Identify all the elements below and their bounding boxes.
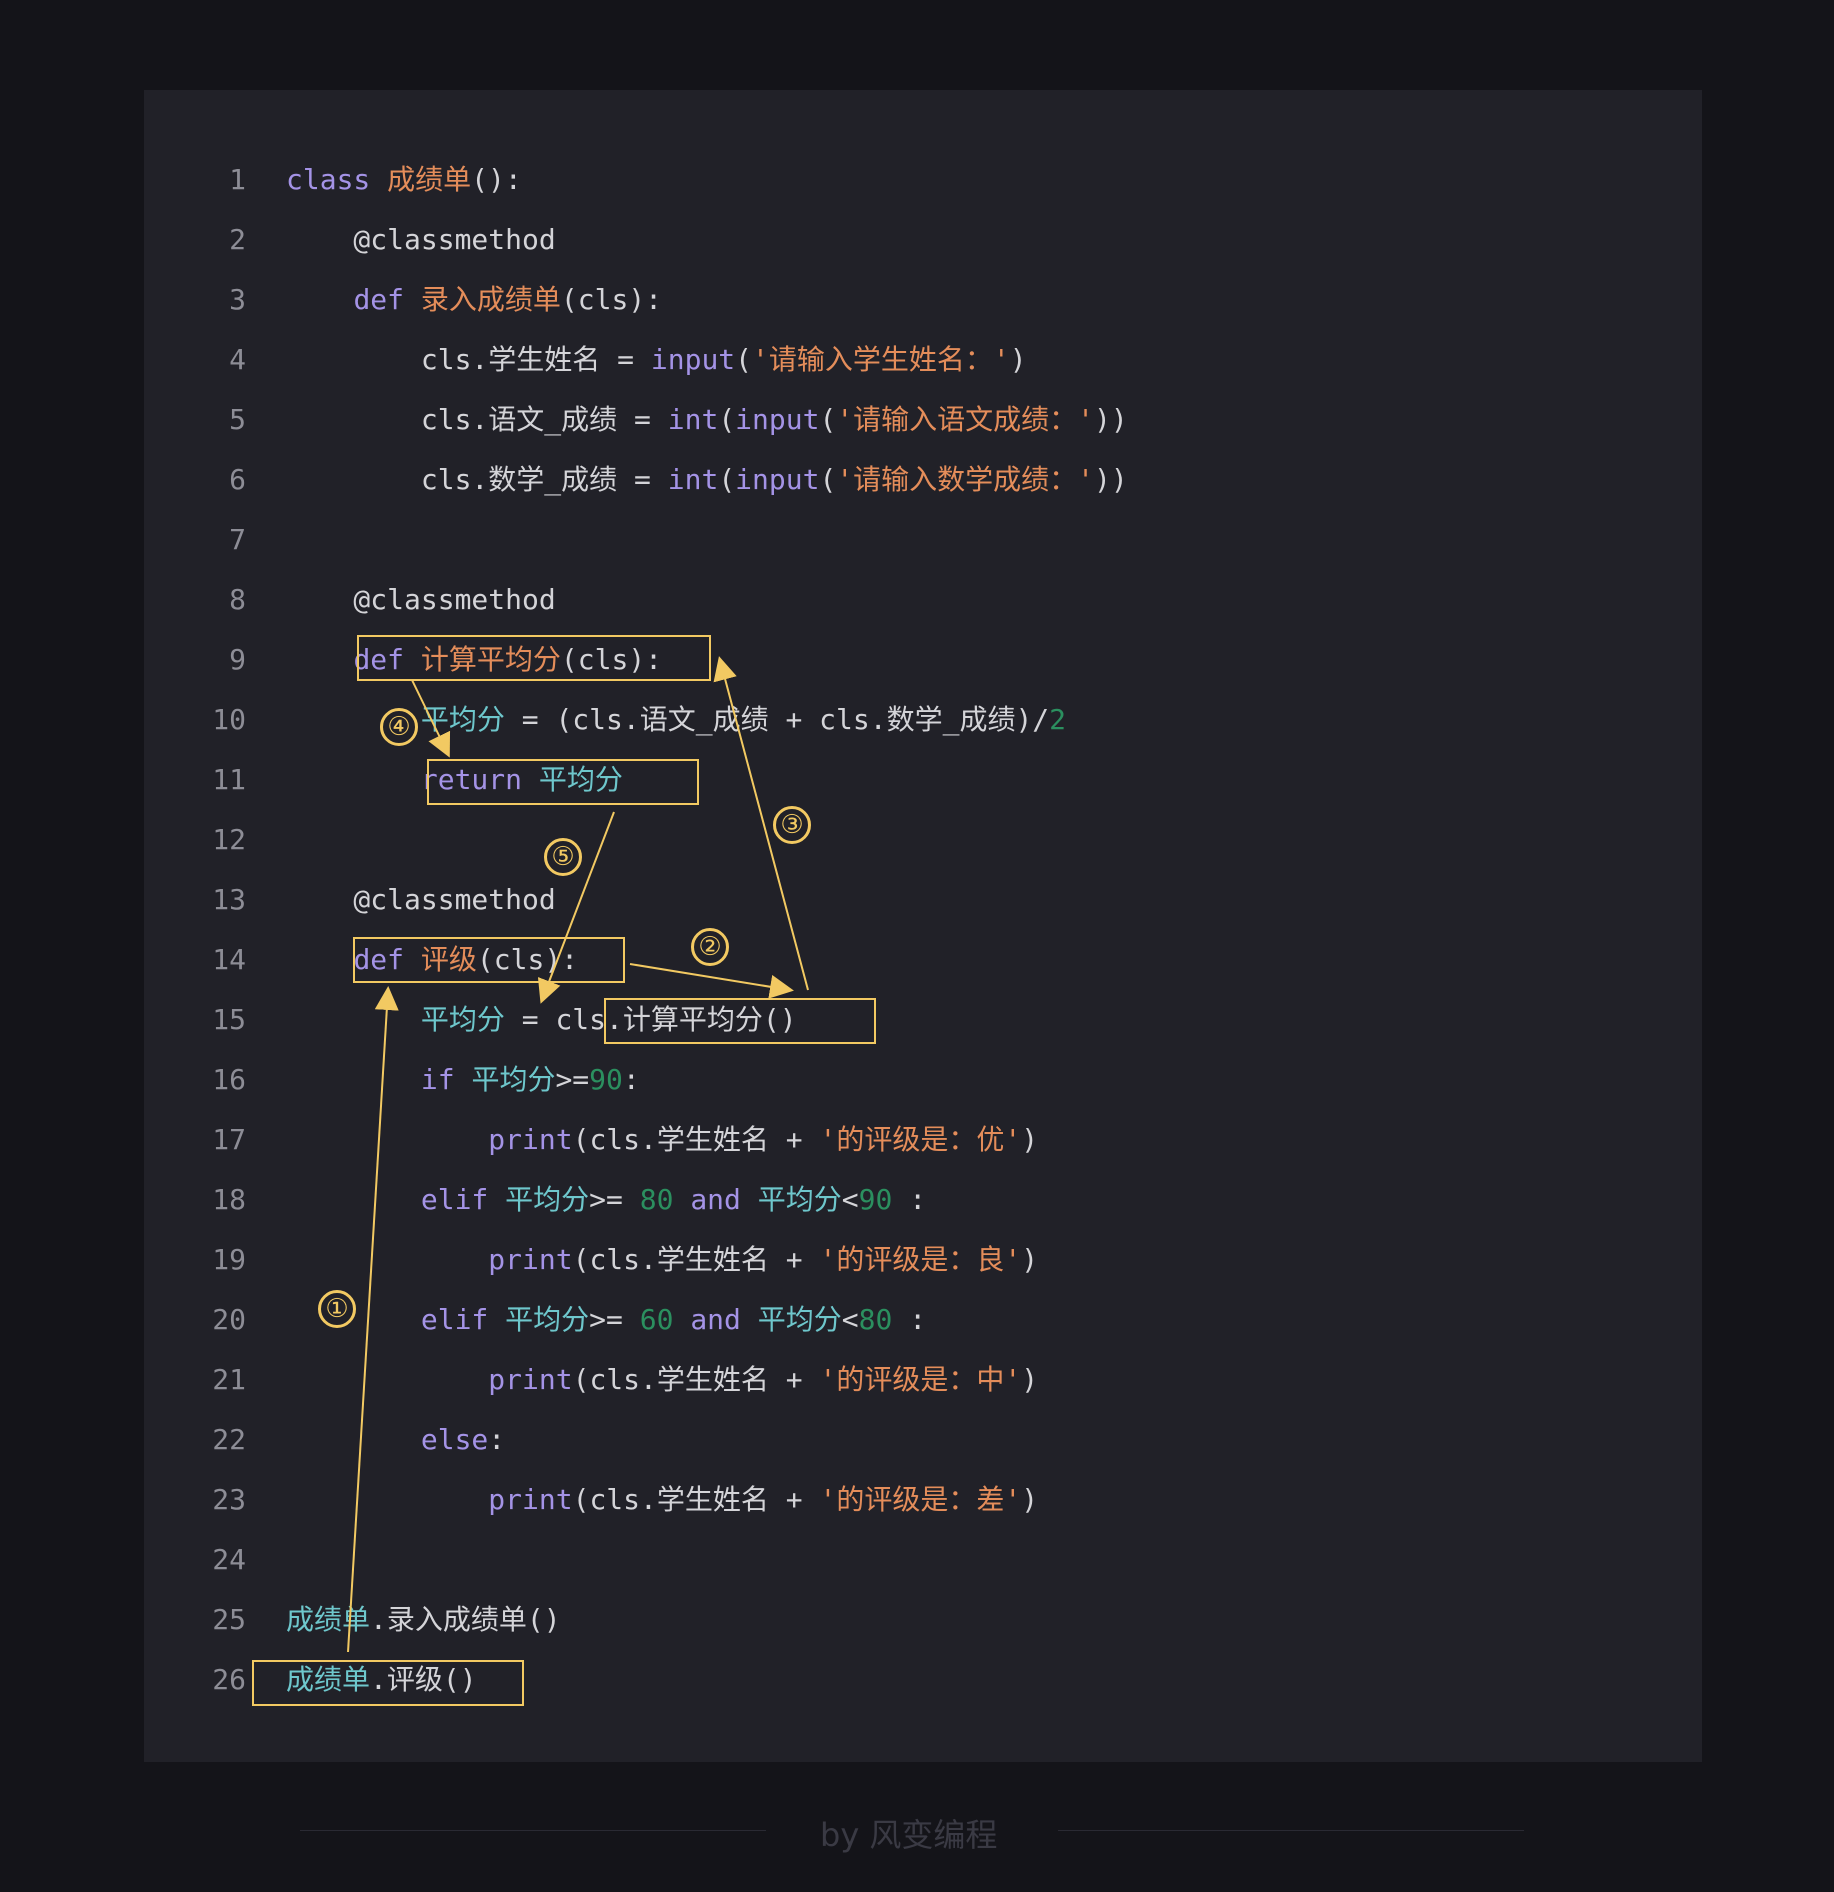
footer-divider-right [1058,1830,1524,1831]
step-3-marker: ③ [773,806,811,844]
arrow-2 [629,963,794,999]
step-5-marker: ⑤ [544,838,582,876]
step-2-marker: ② [691,928,729,966]
arrow-1 [347,986,399,1653]
step-1-marker: ① [318,1290,356,1328]
footer-divider-left [300,1830,766,1831]
footer-credit: by 风变编程 [820,1816,998,1854]
flow-arrows [347,656,809,1653]
step-4-marker: ④ [380,708,418,746]
arrow-4 [411,679,451,758]
